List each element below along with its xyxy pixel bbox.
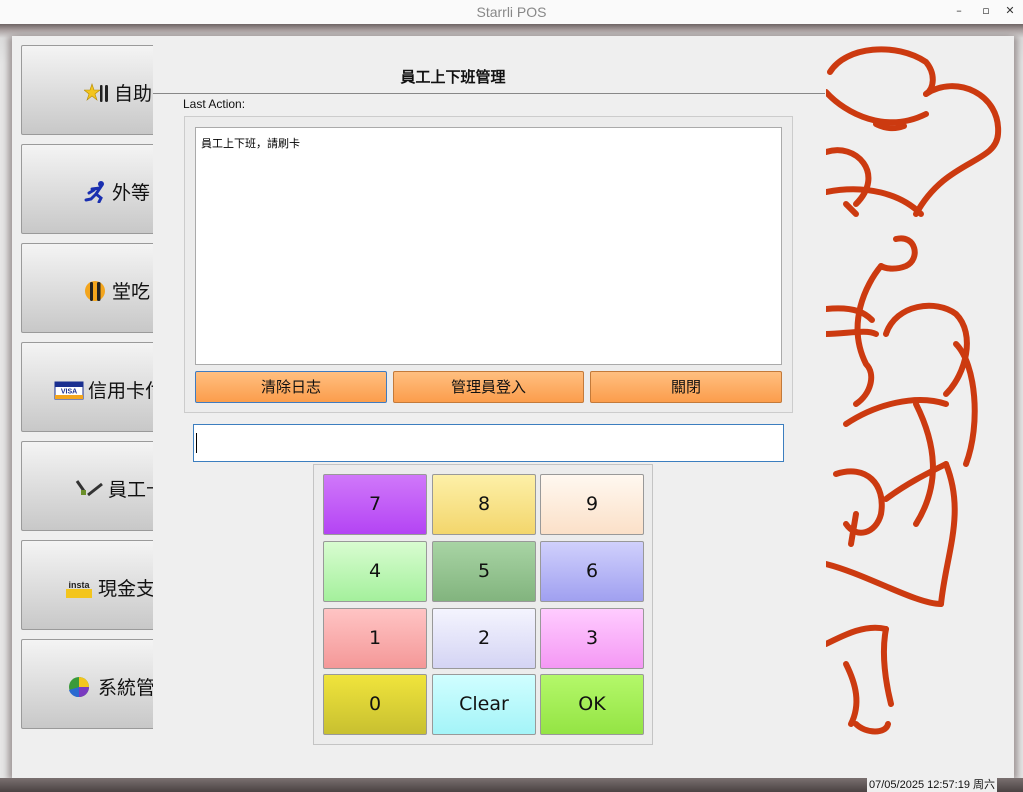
key-clear[interactable]: Clear (432, 674, 536, 735)
key-2[interactable]: 2 (432, 608, 536, 669)
title-divider (153, 93, 825, 94)
key-6[interactable]: 6 (540, 541, 644, 602)
minimize-button[interactable]: – (952, 4, 966, 18)
text-caret (196, 433, 197, 453)
menu-system-button[interactable]: 系統管 (21, 639, 171, 729)
menu-label: 外等 (112, 182, 151, 204)
key-3[interactable]: 3 (540, 608, 644, 669)
title-bar: Starrli POS – ▫ ✕ (0, 0, 1023, 24)
menu-staff-card-button[interactable]: 員工卡 (21, 441, 171, 531)
key-0[interactable]: 0 (323, 674, 427, 735)
menu-dine-in-button[interactable]: 堂吃 (21, 243, 171, 333)
close-dialog-button[interactable]: 關閉 (590, 371, 782, 403)
running-man-icon (84, 180, 104, 203)
menu-takeaway-button[interactable]: 外等 (21, 144, 171, 234)
key-7[interactable]: 7 (323, 474, 427, 535)
menu-label: 系統管 (98, 677, 156, 699)
dialog-title: 員工上下班管理 (400, 68, 506, 86)
key-5[interactable]: 5 (432, 541, 536, 602)
pie-chart-icon (69, 676, 89, 697)
star-utensils-icon (84, 82, 108, 102)
maximize-button[interactable]: ▫ (979, 4, 993, 18)
window-title: Starrli POS (476, 4, 547, 20)
log-text: 員工上下班，請刷卡 (201, 137, 300, 150)
menu-credit-card-button[interactable]: VISA 信用卡付 (21, 342, 171, 432)
chef-illustration (826, 46, 1002, 735)
key-4[interactable]: 4 (323, 541, 427, 602)
menu-cash-button[interactable]: insta 現金支 (21, 540, 171, 630)
menu-label: 自助 (114, 83, 153, 105)
key-1[interactable]: 1 (323, 608, 427, 669)
card-input[interactable] (193, 424, 784, 462)
log-text-area[interactable]: 員工上下班，請刷卡 (195, 127, 782, 365)
admin-login-button[interactable]: 管理員登入 (393, 371, 584, 403)
card-swipe-icon (75, 479, 103, 496)
numeric-keypad: 7 8 9 4 5 6 1 2 3 0 Clear OK (313, 464, 653, 745)
key-9[interactable]: 9 (540, 474, 644, 535)
last-action-label: Last Action: (183, 97, 246, 111)
menu-self-service-button[interactable]: 自助 (21, 45, 171, 135)
menu-label: 現金支 (98, 578, 156, 600)
insta-cash-icon: insta (66, 580, 92, 598)
key-ok[interactable]: OK (540, 674, 644, 735)
clear-log-button[interactable]: 清除日志 (195, 371, 387, 403)
log-group: 員工上下班，請刷卡 清除日志 管理員登入 關閉 (184, 116, 793, 413)
fork-knife-icon (85, 280, 105, 301)
datetime-display: 07/05/2025 12:57:19 周六 (867, 778, 997, 792)
svg-text:insta: insta (68, 580, 90, 590)
clock-in-dialog: 員工上下班管理 Last Action: 員工上下班，請刷卡 清除日志 管理員登… (153, 44, 826, 780)
key-8[interactable]: 8 (432, 474, 536, 535)
svg-text:VISA: VISA (61, 388, 77, 395)
visa-card-icon: VISA (54, 381, 84, 399)
menu-label: 堂吃 (112, 281, 151, 303)
close-window-button[interactable]: ✕ (1003, 4, 1017, 18)
